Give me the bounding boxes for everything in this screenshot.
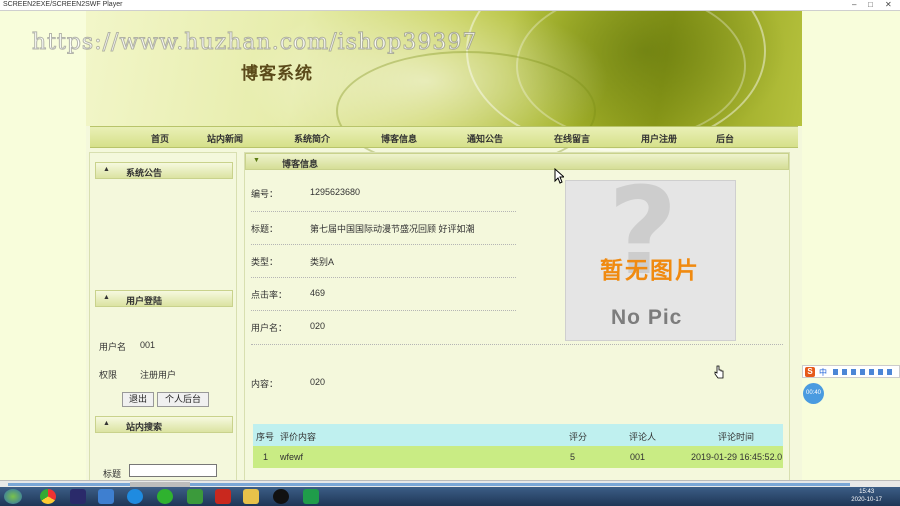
field-label-type: 类型：	[251, 257, 279, 267]
no-picture-text-cn: 暂无图片	[600, 257, 700, 283]
login-header: ▲ 用户登陆	[95, 290, 233, 307]
field-label-content: 内容：	[251, 379, 279, 389]
triangle-up-icon: ▲	[103, 294, 110, 301]
flash-icon[interactable]	[215, 489, 231, 504]
row-divider	[251, 244, 516, 245]
nav-guestbook[interactable]: 在线留言	[554, 132, 590, 145]
search-title-input[interactable]	[129, 464, 217, 477]
site-name: 博客系统	[241, 64, 313, 84]
spreadsheet-icon[interactable]	[187, 489, 203, 504]
search-title-label: 标题	[103, 469, 122, 479]
system-clock[interactable]: 15:43 2020-10-17	[851, 488, 882, 504]
clock-date: 2020-10-17	[851, 497, 882, 503]
blog-detail-panel: ▼ 博客信息 编号： 1295623680 标题： 第七届中国国际动漫节盛况回顾…	[244, 152, 790, 480]
floating-timer-bubble[interactable]: 00:40	[803, 383, 824, 404]
taskbar: 15:43 2020-10-17	[0, 487, 900, 506]
col-content: 评价内容	[280, 432, 317, 442]
role-label: 权限	[99, 370, 118, 380]
field-label-username: 用户名：	[251, 323, 288, 333]
no-picture-text-en: No Pic	[611, 306, 683, 329]
qq-icon[interactable]	[273, 489, 289, 504]
logout-button[interactable]: 退出	[122, 392, 154, 407]
announcement-title: 系统公告	[126, 168, 163, 178]
username-label: 用户名	[99, 342, 127, 352]
player-icon[interactable]	[303, 489, 319, 504]
site-banner: 博客系统	[86, 11, 802, 171]
nav-notices[interactable]: 通知公告	[467, 132, 503, 145]
nav-news[interactable]: 站内新闻	[207, 132, 243, 145]
watermark-url: https://www.huzhan.com/ishop39397	[31, 30, 478, 56]
field-label-id: 编号：	[251, 189, 279, 199]
field-label-title: 标题：	[251, 224, 279, 234]
table-row[interactable]: 1 wfewf 5 001 2019-01-29 16:45:52.0	[253, 446, 783, 468]
start-icon[interactable]	[4, 489, 22, 504]
field-value-type: 类别A	[310, 257, 335, 267]
ime-mode[interactable]: 中	[819, 367, 827, 378]
cell-content: wfewf	[280, 452, 304, 462]
maximize-button[interactable]: □	[868, 0, 873, 9]
search-title: 站内搜索	[126, 422, 163, 432]
pointer-cursor-icon	[554, 168, 564, 184]
ime-tool-icons[interactable]	[833, 369, 893, 375]
sidebar: ▲ 系统公告 ▲ 用户登陆 用户名 001 权限 注册用户 退出 个人后台 ▲ …	[89, 152, 237, 480]
comments-table: 序号 评价内容 评分 评论人 评论时间 1 wfewf 5 001 2019-0…	[253, 424, 783, 468]
hand-cursor-icon	[714, 365, 724, 379]
media-icon[interactable]	[70, 489, 86, 504]
row-divider	[251, 277, 516, 278]
clock-time: 15:43	[859, 489, 875, 495]
network-icon[interactable]	[98, 489, 114, 504]
page-background-left	[0, 11, 86, 480]
cell-reviewer: 001	[630, 452, 646, 462]
login-title: 用户登陆	[126, 296, 163, 306]
blog-info-title: 博客信息	[282, 159, 319, 169]
ime-toolbar[interactable]: S 中	[802, 365, 900, 378]
cell-index: 1	[263, 452, 269, 462]
minimize-button[interactable]: –	[852, 0, 856, 9]
announcement-header: ▲ 系统公告	[95, 162, 233, 179]
blog-info-header: ▼ 博客信息	[245, 153, 789, 170]
nav-admin[interactable]: 后台	[716, 132, 734, 145]
cell-time: 2019-01-29 16:45:52.0	[691, 452, 783, 462]
window-title: SCREEN2EXE/SCREEN2SWF Player	[3, 1, 123, 8]
chrome-icon[interactable]	[40, 489, 56, 504]
field-label-clicks: 点击率：	[251, 290, 288, 300]
row-divider	[251, 344, 783, 345]
nav-home[interactable]: 首页	[151, 132, 169, 145]
nav-blog-info[interactable]: 博客信息	[381, 132, 417, 145]
page-background-right	[802, 11, 900, 480]
field-value-clicks: 469	[310, 288, 326, 298]
col-score: 评分	[569, 432, 588, 442]
no-picture-placeholder: ? 暂无图片 No Pic	[565, 180, 736, 341]
triangle-up-icon: ▲	[103, 420, 110, 427]
close-button[interactable]: ✕	[885, 0, 892, 9]
wechat-icon[interactable]	[157, 489, 173, 504]
triangle-down-icon: ▼	[253, 157, 260, 164]
col-reviewer: 评论人	[629, 432, 657, 442]
personal-center-button[interactable]: 个人后台	[157, 392, 209, 407]
sogou-icon: S	[805, 367, 815, 377]
triangle-up-icon: ▲	[103, 166, 110, 173]
row-divider	[251, 310, 516, 311]
nav-register[interactable]: 用户注册	[641, 132, 677, 145]
field-value-id: 1295623680	[310, 187, 361, 197]
row-divider	[251, 211, 516, 212]
search-header: ▲ 站内搜索	[95, 416, 233, 433]
player-scrollbar[interactable]	[0, 480, 900, 487]
comments-header-row: 序号 评价内容 评分 评论人 评论时间	[253, 424, 783, 446]
col-time: 评论时间	[718, 432, 755, 442]
field-value-username: 020	[310, 321, 326, 331]
main-nav: 首页 站内新闻 系统简介 博客信息 通知公告 在线留言 用户注册 后台	[90, 126, 798, 148]
field-value-content: 020	[310, 377, 326, 387]
folder-icon[interactable]	[243, 489, 259, 504]
nav-about[interactable]: 系统简介	[294, 132, 330, 145]
role-value: 注册用户	[140, 370, 177, 380]
username-value: 001	[140, 340, 156, 350]
blog-site: 博客系统 首页 站内新闻 系统简介 博客信息 通知公告 在线留言 用户注册 后台…	[86, 11, 802, 480]
window-titlebar: SCREEN2EXE/SCREEN2SWF Player – □ ✕	[0, 0, 900, 11]
col-index: 序号	[256, 432, 275, 442]
cell-score: 5	[570, 452, 576, 462]
browser-icon[interactable]	[127, 489, 143, 504]
field-value-title: 第七届中国国际动漫节盛况回顾 好评如潮	[310, 224, 475, 234]
